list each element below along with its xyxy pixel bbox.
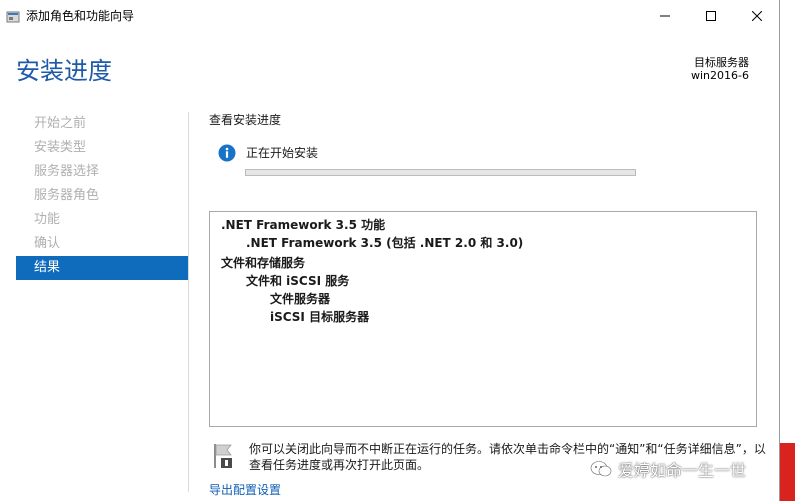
feature-item: 文件和存储服务 [221, 256, 306, 270]
maximize-icon [706, 11, 716, 21]
desktop-backdrop [780, 0, 795, 501]
title-bar[interactable]: 添加角色和功能向导 [0, 0, 779, 32]
feature-item: 文件服务器 [270, 292, 331, 306]
target-server-info: 目标服务器 win2016-6 [691, 56, 749, 82]
flag-notification-icon [211, 442, 235, 470]
nav-step-features: 功能 [34, 212, 61, 227]
nav-step-before-you-begin: 开始之前 [34, 116, 87, 131]
window-title: 添加角色和功能向导 [26, 9, 135, 23]
wizard-app-icon [6, 9, 20, 23]
notice-line-2: 查看任务进度或再次打开此页面。 [249, 458, 430, 472]
wizard-steps-nav: 开始之前 安装类型 服务器选择 服务器角色 功能 确认 结果 [16, 112, 188, 280]
notice-line-1: 你可以关闭此向导而不中断正在运行的任务。请依次单击命令栏中的“通知”和“任务详细… [249, 442, 766, 456]
nav-divider [188, 112, 189, 492]
feature-item: iSCSI 目标服务器 [270, 310, 370, 324]
page-title: 安装进度 [16, 57, 112, 85]
close-icon [752, 11, 762, 21]
nav-step-server-roles: 服务器角色 [34, 188, 100, 203]
close-button[interactable] [734, 0, 779, 32]
notice-text: 你可以关闭此向导而不中断正在运行的任务。请依次单击命令栏中的“通知”和“任务详细… [249, 441, 769, 473]
install-progress-bar [245, 169, 636, 176]
maximize-button[interactable] [688, 0, 734, 32]
nav-step-server-selection: 服务器选择 [34, 164, 100, 179]
export-configuration-link[interactable]: 导出配置设置 [209, 481, 281, 498]
minimize-button[interactable] [642, 0, 688, 32]
target-server-label: 目标服务器 [694, 56, 749, 69]
nav-step-confirmation: 确认 [34, 236, 61, 251]
nav-step-results[interactable]: 结果 [16, 256, 188, 280]
target-server-name: win2016-6 [691, 69, 749, 82]
feature-item: .NET Framework 3.5 (包括 .NET 2.0 和 3.0) [246, 236, 524, 250]
desktop-backdrop-accent [780, 443, 795, 501]
feature-item: 文件和 iSCSI 服务 [246, 274, 350, 288]
info-icon [218, 144, 236, 162]
minimize-icon [660, 15, 670, 17]
section-label: 查看安装进度 [209, 113, 282, 127]
install-status-text: 正在开始安装 [246, 146, 319, 160]
nav-step-installation-type: 安装类型 [34, 140, 87, 155]
wizard-window: 添加角色和功能向导 安装进度 目标服务器 win2016-6 开始之前 安装类型… [0, 0, 780, 501]
feature-item: .NET Framework 3.5 功能 [221, 218, 386, 232]
installation-results-list[interactable]: .NET Framework 3.5 功能 .NET Framework 3.5… [209, 211, 757, 427]
